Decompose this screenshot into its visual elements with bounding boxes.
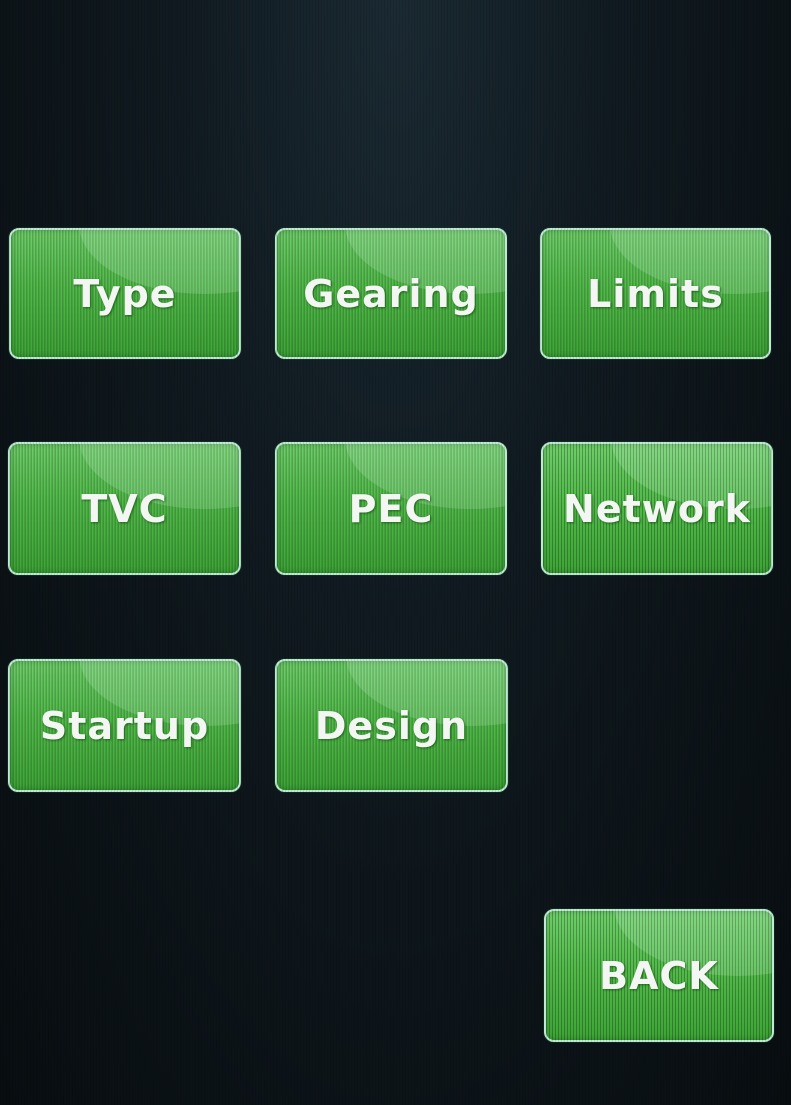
design-button[interactable]: Design [275,659,508,792]
gearing-button[interactable]: Gearing [275,228,507,359]
gearing-button-label: Gearing [303,271,479,316]
tvc-button[interactable]: TVC [8,442,241,575]
type-button[interactable]: Type [9,228,241,359]
startup-button-label: Startup [39,703,210,748]
network-button[interactable]: Network [541,442,773,575]
back-button[interactable]: BACK [544,909,774,1042]
type-button-label: Type [73,271,177,316]
design-button-label: Design [314,703,469,748]
limits-button-label: Limits [587,271,724,316]
pec-button[interactable]: PEC [275,442,507,575]
limits-button[interactable]: Limits [540,228,771,359]
startup-button[interactable]: Startup [8,659,241,792]
touchscreen-display: Type Gearing Limits TVC PEC Network Star… [0,0,791,1105]
pec-button-label: PEC [348,486,434,531]
tvc-button-label: TVC [81,486,168,531]
back-button-label: BACK [599,953,719,998]
network-button-label: Network [563,486,751,531]
